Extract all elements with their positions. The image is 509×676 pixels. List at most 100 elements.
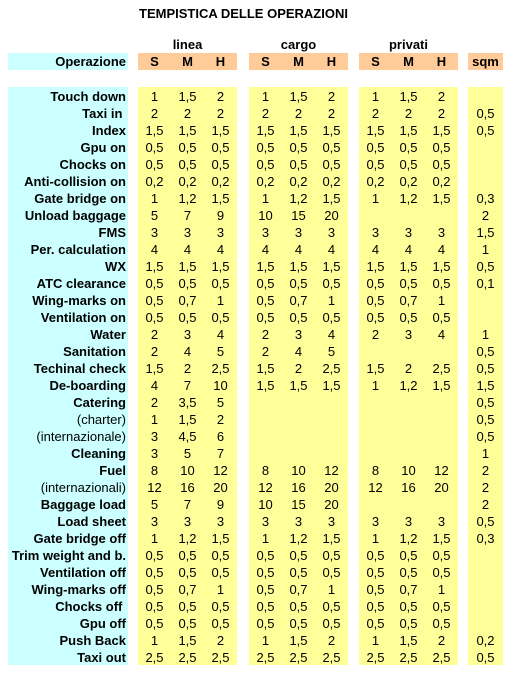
cargo-s-cell: 2 bbox=[261, 344, 270, 359]
privati-m-cell: 0,5 bbox=[399, 565, 418, 580]
cargo-s-cell: 0,5 bbox=[256, 582, 275, 597]
cargo-values: 0,5 0,5 0,5 bbox=[249, 155, 348, 172]
privati-m-cell: 3 bbox=[404, 327, 413, 342]
privati-m-cell bbox=[392, 393, 425, 410]
linea-m-cell: 1,5 bbox=[178, 633, 197, 648]
subheader-h: H bbox=[436, 54, 447, 69]
privati-m-cell: 0,5 bbox=[399, 548, 418, 563]
cargo-values: 1,5 1,5 1,5 bbox=[249, 376, 348, 393]
cargo-values bbox=[249, 393, 348, 410]
privati-values: 12 16 20 bbox=[359, 478, 458, 495]
cargo-s-cell: 3 bbox=[261, 225, 270, 240]
cargo-values: 2,5 2,5 2,5 bbox=[249, 648, 348, 665]
cargo-s-cell: 0,5 bbox=[256, 276, 275, 291]
sqm-cell bbox=[468, 172, 503, 189]
cargo-s-cell: 1 bbox=[261, 191, 270, 206]
linea-values: 3 5 7 bbox=[138, 444, 237, 461]
sqm-cell: 0,5 bbox=[468, 359, 503, 376]
linea-values: 1 1,5 2 bbox=[138, 410, 237, 427]
cargo-m-cell: 0,7 bbox=[289, 293, 308, 308]
linea-s-cell: 3 bbox=[150, 446, 159, 461]
cargo-h-cell: 1,5 bbox=[322, 259, 341, 274]
operation-label: Techinal check bbox=[8, 359, 128, 376]
privati-h-cell: 12 bbox=[434, 463, 449, 478]
linea-m-cell: 4 bbox=[183, 344, 192, 359]
privati-values bbox=[359, 410, 458, 427]
cargo-values: 1 1,5 2 bbox=[249, 87, 348, 104]
privati-m-cell: 1,2 bbox=[399, 378, 418, 393]
cargo-values: 0,5 0,5 0,5 bbox=[249, 138, 348, 155]
subheader-m: M bbox=[403, 54, 414, 69]
linea-m-cell: 0,5 bbox=[178, 276, 197, 291]
privati-values: 1 1,2 1,5 bbox=[359, 189, 458, 206]
cargo-s-cell: 3 bbox=[261, 514, 270, 529]
cargo-h-cell: 3 bbox=[327, 225, 336, 240]
linea-s-cell: 1 bbox=[150, 412, 159, 427]
privati-h-cell bbox=[425, 495, 458, 512]
privati-m-cell bbox=[392, 427, 425, 444]
linea-h-cell: 0,5 bbox=[211, 140, 230, 155]
privati-s-cell: 1 bbox=[371, 531, 380, 546]
linea-h-cell: 5 bbox=[216, 395, 225, 410]
cargo-s-cell: 2 bbox=[261, 106, 270, 121]
operation-label: Unload baggage bbox=[8, 206, 128, 223]
operation-label: Water bbox=[8, 325, 128, 342]
table-row: FMS 3 3 3 3 3 3 3 3 3 1,5 bbox=[0, 223, 509, 240]
cargo-s-cell: 1,5 bbox=[256, 361, 275, 376]
sqm-cell bbox=[468, 155, 503, 172]
linea-values: 0,5 0,5 0,5 bbox=[138, 138, 237, 155]
cargo-h-cell: 1 bbox=[327, 582, 336, 597]
cargo-s-cell: 0,5 bbox=[256, 548, 275, 563]
linea-s-cell: 0,5 bbox=[145, 616, 164, 631]
sqm-cell bbox=[468, 614, 503, 631]
cargo-s-cell: 1,5 bbox=[256, 259, 275, 274]
cargo-values: 1,5 2 2,5 bbox=[249, 359, 348, 376]
subheader-s: S bbox=[371, 54, 380, 69]
linea-s-cell: 5 bbox=[150, 208, 159, 223]
cargo-m-cell bbox=[282, 410, 315, 427]
privati-s-cell: 1,5 bbox=[366, 361, 385, 376]
linea-h-cell: 12 bbox=[213, 463, 228, 478]
cargo-h-cell: 0,5 bbox=[322, 616, 341, 631]
cargo-s-cell bbox=[249, 410, 282, 427]
cargo-values: 10 15 20 bbox=[249, 206, 348, 223]
cargo-h-cell: 20 bbox=[324, 480, 339, 495]
linea-values: 0,2 0,2 0,2 bbox=[138, 172, 237, 189]
linea-s-cell: 1,5 bbox=[145, 123, 164, 138]
linea-m-cell: 5 bbox=[183, 446, 192, 461]
cargo-s-cell: 0,5 bbox=[256, 140, 275, 155]
cargo-s-cell: 1,5 bbox=[256, 123, 275, 138]
privati-s-cell: 0,5 bbox=[366, 599, 385, 614]
cargo-values: 12 16 20 bbox=[249, 478, 348, 495]
linea-values: 1 1,2 1,5 bbox=[138, 189, 237, 206]
cargo-values: 0,5 0,7 1 bbox=[249, 291, 348, 308]
linea-m-cell: 1,2 bbox=[178, 531, 197, 546]
privati-h-cell: 1,5 bbox=[432, 531, 451, 546]
operation-label: Baggage load bbox=[8, 495, 128, 512]
operation-label: Gate bridge on bbox=[8, 189, 128, 206]
privati-m-cell: 0,7 bbox=[399, 293, 418, 308]
operation-label: Wing-marks off bbox=[8, 580, 128, 597]
table-row: Taxi out 2,5 2,5 2,5 2,5 2,5 2,5 2,5 2,5 2,5 0,5 bbox=[0, 648, 509, 665]
privati-m-cell: 0,5 bbox=[399, 310, 418, 325]
sqm-cell: 1 bbox=[468, 240, 503, 257]
linea-s-cell: 1 bbox=[150, 89, 159, 104]
privati-values: 8 10 12 bbox=[359, 461, 458, 478]
privati-s-cell: 0,5 bbox=[366, 582, 385, 597]
cargo-m-cell: 0,5 bbox=[289, 616, 308, 631]
privati-m-cell: 1,2 bbox=[399, 531, 418, 546]
privati-values: 0,2 0,2 0,2 bbox=[359, 172, 458, 189]
privati-h-cell bbox=[425, 393, 458, 410]
privati-h-cell: 2,5 bbox=[432, 361, 451, 376]
privati-s-cell: 0,5 bbox=[366, 565, 385, 580]
privati-s-cell: 1,5 bbox=[366, 123, 385, 138]
linea-values: 0,5 0,5 0,5 bbox=[138, 155, 237, 172]
privati-h-cell: 0,5 bbox=[432, 599, 451, 614]
cargo-values: 4 4 4 bbox=[249, 240, 348, 257]
privati-values: 1 1,2 1,5 bbox=[359, 529, 458, 546]
privati-m-cell: 2 bbox=[404, 361, 413, 376]
cargo-m-cell: 0,5 bbox=[289, 140, 308, 155]
privati-s-cell bbox=[359, 410, 392, 427]
subheader-s: S bbox=[150, 54, 159, 69]
subheader-h: H bbox=[326, 54, 337, 69]
